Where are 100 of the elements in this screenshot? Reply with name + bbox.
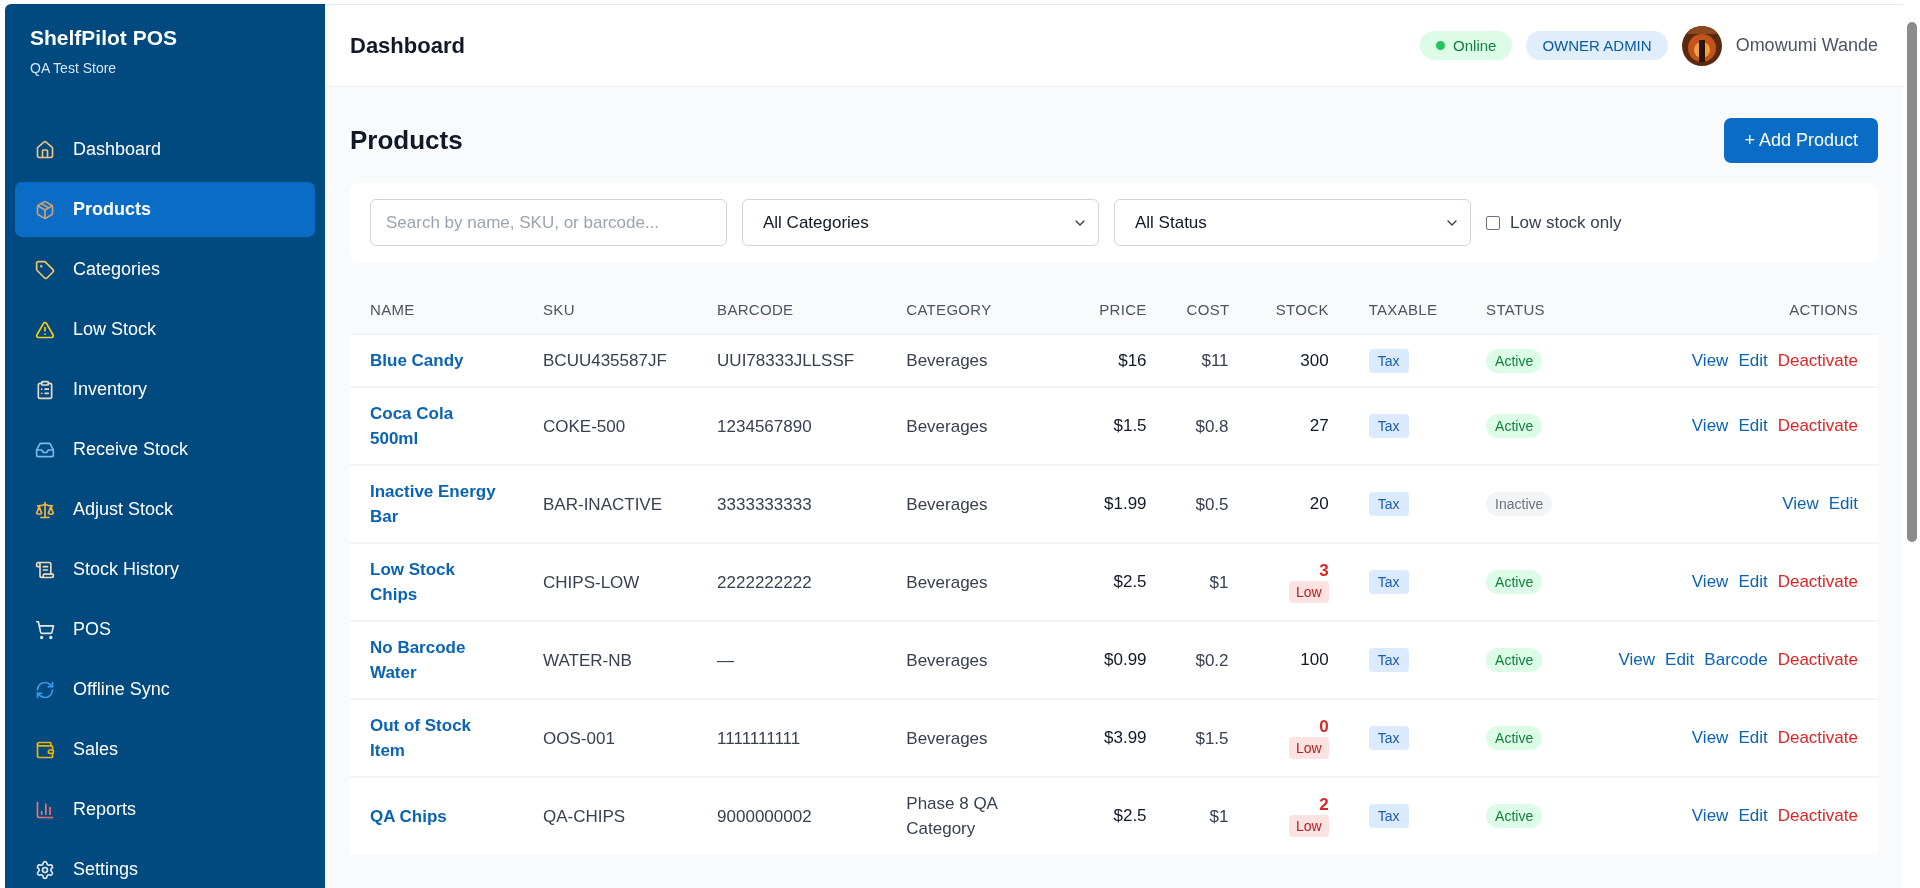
stock-count: 0 (1318, 717, 1329, 737)
category-select[interactable]: All Categories (742, 199, 1099, 246)
status-badge: Inactive (1486, 492, 1553, 516)
product-link[interactable]: No Barcode Water (370, 635, 504, 685)
page-title: Products (350, 124, 463, 156)
table-cell: Beverages (886, 543, 1079, 621)
stock-count: 300 (1299, 350, 1329, 371)
table-cell: — (697, 621, 887, 699)
column-header: STATUS (1486, 301, 1545, 318)
product-link[interactable]: Low Stock Chips (370, 557, 504, 607)
box-icon (35, 199, 55, 220)
table-cell: Beverages (886, 465, 1079, 543)
user-name: Omowumi Wande (1735, 35, 1878, 56)
table-cell: QA-CHIPS (523, 777, 698, 854)
action-link[interactable]: View (1691, 806, 1729, 826)
table-cell: 2222222222 (697, 543, 887, 621)
sidebar-item[interactable]: Categories (15, 242, 315, 297)
price: $2.5 (1112, 806, 1147, 826)
tag-icon (35, 259, 55, 280)
tax-badge: Tax (1368, 726, 1409, 750)
stock-count: 3 (1318, 561, 1329, 581)
deactivate-link[interactable]: Deactivate (1777, 650, 1858, 670)
product-link[interactable]: Blue Candy (370, 348, 504, 373)
low-badge: Low (1289, 581, 1329, 603)
sidebar-item[interactable]: Dashboard (15, 122, 315, 177)
deactivate-link[interactable]: Deactivate (1777, 572, 1858, 592)
table-cell: Phase 8 QA Category (886, 777, 1079, 854)
price: $3.99 (1103, 728, 1147, 748)
table-cell: Beverages (886, 334, 1079, 387)
status-badge: Active (1486, 804, 1543, 828)
gear-icon (35, 859, 55, 880)
table-cell: BAR-INACTIVE (523, 465, 698, 543)
tax-badge: Tax (1368, 804, 1409, 828)
bar-chart-icon (35, 799, 55, 820)
header-title: Dashboard (350, 32, 465, 59)
status-badge: Active (1486, 414, 1543, 438)
warning-icon (35, 319, 55, 340)
product-link[interactable]: QA Chips (370, 803, 504, 829)
sidebar-item[interactable]: Products (15, 182, 315, 237)
table-cell: $1 (1166, 543, 1249, 621)
action-link[interactable]: Edit (1828, 494, 1858, 514)
table-cell: Beverages (886, 699, 1079, 777)
tax-badge: Tax (1368, 570, 1409, 594)
action-link[interactable]: Edit (1738, 350, 1768, 371)
action-link[interactable]: Edit (1738, 728, 1768, 748)
status-badge: Active (1486, 726, 1543, 750)
sidebar-item[interactable]: Inventory (15, 362, 315, 417)
action-link[interactable]: View (1691, 572, 1729, 592)
action-link[interactable]: View (1691, 350, 1729, 371)
deactivate-link[interactable]: Deactivate (1777, 728, 1858, 748)
status-badge: Active (1486, 348, 1543, 373)
sidebar-item[interactable]: Low Stock (15, 302, 315, 357)
action-link[interactable]: Edit (1738, 572, 1768, 592)
store-name: QA Test Store (29, 59, 118, 76)
add-product-button[interactable]: + Add Product (1724, 117, 1878, 163)
stock-count: 27 (1308, 416, 1329, 436)
sidebar-item[interactable]: Receive Stock (15, 422, 315, 477)
column-header: CATEGORY (906, 301, 992, 318)
action-link[interactable]: View (1691, 416, 1729, 436)
table-cell: $0.2 (1166, 621, 1249, 699)
price: $2.5 (1112, 572, 1147, 592)
table-cell: 9000000002 (697, 777, 887, 854)
sidebar-item[interactable]: Settings (15, 842, 315, 888)
column-header: ACTIONS (1789, 301, 1858, 318)
sidebar-item[interactable]: Adjust Stock (15, 482, 315, 537)
checkbox-label: Low stock only (1510, 212, 1622, 233)
table-cell: BCUU435587JF (523, 334, 698, 387)
table-cell: $11 (1166, 334, 1249, 387)
table-cell: WATER-NB (523, 621, 698, 699)
action-link[interactable]: View (1782, 494, 1819, 514)
product-link[interactable]: Out of Stock Item (370, 713, 504, 763)
column-header: BARCODE (717, 301, 794, 318)
action-link[interactable]: Edit (1738, 416, 1768, 436)
action-link[interactable]: View (1618, 650, 1656, 670)
sidebar-item[interactable]: Offline Sync (15, 662, 315, 717)
status-badge: Active (1486, 648, 1543, 672)
product-link[interactable]: Coca Cola 500ml (370, 401, 504, 451)
column-header: SKU (543, 301, 575, 318)
action-link[interactable]: View (1691, 728, 1729, 748)
price: $1.99 (1103, 494, 1147, 514)
clipboard-icon (35, 379, 55, 400)
product-link[interactable]: Inactive Energy Bar (370, 479, 504, 529)
sidebar-item[interactable]: Sales (15, 722, 315, 777)
checkbox[interactable] (1486, 215, 1500, 230)
status-select[interactable]: All Status (1114, 199, 1471, 246)
table-cell: Beverages (886, 621, 1079, 699)
action-link[interactable]: Edit (1665, 650, 1695, 670)
sidebar-item[interactable]: Reports (15, 782, 315, 837)
role-badge: OWNER ADMIN (1526, 31, 1668, 60)
status-badge: Active (1486, 570, 1543, 594)
search-field[interactable]: Search by name, SKU, or barcode... (370, 199, 727, 246)
action-link[interactable]: Barcode (1704, 650, 1768, 670)
table-cell: $0.8 (1166, 387, 1249, 465)
sidebar-item[interactable]: POS (15, 602, 315, 657)
deactivate-link[interactable]: Deactivate (1777, 416, 1858, 436)
action-link[interactable]: Edit (1738, 806, 1768, 826)
tax-badge: Tax (1368, 348, 1409, 373)
deactivate-link[interactable]: Deactivate (1777, 806, 1858, 826)
sidebar-item[interactable]: Stock History (15, 542, 315, 597)
deactivate-link[interactable]: Deactivate (1777, 350, 1858, 371)
